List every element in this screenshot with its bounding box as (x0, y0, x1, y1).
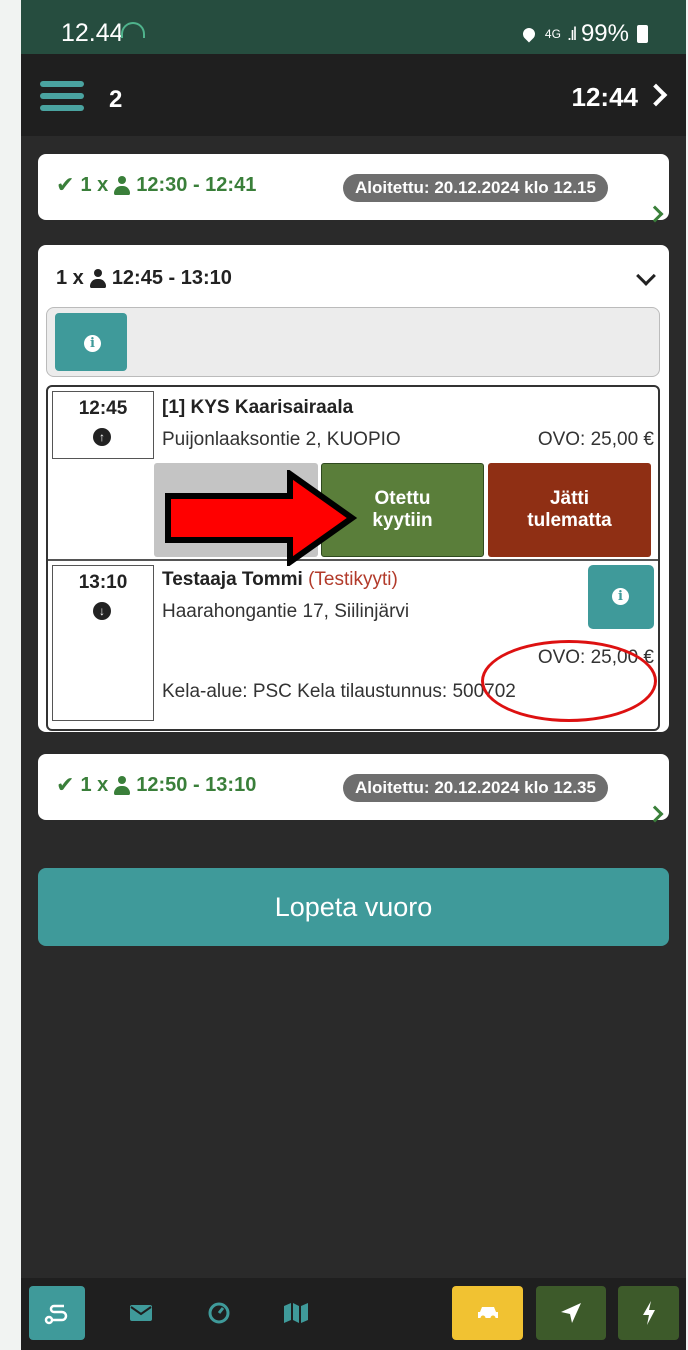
check-icon: ✔ (56, 172, 75, 197)
passenger-info-button[interactable]: i (588, 565, 654, 629)
passenger-count: 1 x (80, 773, 109, 796)
trip-header: ✔ 1 x 12:30 - 12:41 (56, 172, 256, 198)
dropoff-title: Testaaja Tommi (Testikyyti) (162, 569, 398, 591)
top-bar: 2 12:44 (21, 54, 686, 136)
chevron-right-icon[interactable] (644, 83, 668, 107)
header-clock[interactable]: 12:44 (572, 82, 639, 113)
passenger-count: 1 x (56, 267, 84, 289)
trip-time-range: 12:30 - 12:41 (136, 173, 257, 196)
trip-info-strip: i (46, 307, 660, 377)
chevron-right-icon[interactable] (646, 205, 664, 223)
dropoff-time: 13:10 (78, 572, 128, 593)
location-icon (520, 25, 538, 43)
passenger-count: 1 x (80, 173, 109, 196)
envelope-icon[interactable] (121, 1286, 161, 1340)
location-arrow-icon[interactable] (536, 1286, 606, 1340)
signal-icon: .ıl (566, 23, 577, 44)
trip-time-range: 12:50 - 13:10 (136, 773, 257, 796)
hamburger-icon[interactable] (40, 81, 84, 111)
chevron-right-icon[interactable] (646, 805, 664, 823)
trip-info-button[interactable]: i (55, 313, 127, 371)
trip-card-completed[interactable]: ✔ 1 x 12:30 - 12:41 Aloitettu: 20.12.202… (38, 154, 669, 223)
arrow-down-icon: ↓ (93, 602, 111, 620)
started-badge: Aloitettu: 20.12.2024 klo 12.35 (343, 774, 608, 802)
map-icon[interactable] (276, 1286, 316, 1340)
chevron-down-icon[interactable] (636, 266, 656, 286)
bolt-icon[interactable] (618, 1286, 679, 1340)
highlight-ellipse (481, 640, 657, 722)
pickup-ovo: OVO: 25,00 € (537, 429, 654, 450)
info-icon: i (84, 335, 101, 352)
trip-count: 2 (109, 86, 123, 113)
person-icon (114, 175, 131, 195)
person-icon (114, 775, 131, 795)
dropoff-time-box: 13:10 ↓ (52, 565, 154, 721)
end-shift-button[interactable]: Lopeta vuoro (38, 868, 669, 946)
trip-header: ✔ 1 x 12:50 - 13:10 (56, 772, 256, 798)
arrow-up-icon: ↑ (93, 428, 111, 446)
pickup-address: Puijonlaaksontie 2, KUOPIO (162, 429, 401, 450)
car-icon[interactable] (452, 1286, 523, 1340)
route-icon[interactable] (29, 1286, 85, 1340)
trip-tag: (Testikyyti) (308, 569, 398, 590)
started-badge: Aloitettu: 20.12.2024 klo 12.15 (343, 174, 608, 202)
pickup-time: 12:45 (78, 398, 128, 419)
network-type: 4G (544, 27, 561, 41)
kela-info: Kela-alue: PSC Kela tilaustunnus: 500702 (162, 681, 516, 702)
passenger-name: Testaaja Tommi (162, 569, 303, 590)
check-icon: ✔ (56, 772, 75, 797)
battery-icon (637, 25, 648, 43)
speedometer-icon[interactable] (199, 1286, 239, 1340)
no-show-button[interactable]: Jätti tulematta (488, 463, 651, 557)
info-icon: i (612, 588, 629, 605)
person-icon (89, 269, 106, 288)
dropoff-address: Haarahongantie 17, Siilinjärvi (162, 601, 410, 622)
status-right: 4G .ıl 99% (520, 20, 648, 48)
trip-time-range: 12:45 - 13:10 (111, 267, 232, 289)
pickup-time-box: 12:45 ↑ (52, 391, 154, 459)
bottom-nav (21, 1278, 686, 1350)
trip-header[interactable]: 1 x 12:45 - 13:10 (56, 267, 232, 290)
app-notification-icon (121, 22, 145, 38)
trip-card-completed[interactable]: ✔ 1 x 12:50 - 13:10 Aloitettu: 20.12.202… (38, 754, 669, 823)
pickup-title: [1] KYS Kaarisairaala (162, 397, 354, 418)
battery-percent: 99% (580, 20, 629, 47)
highlight-arrow (165, 470, 358, 566)
status-time: 12.44 (61, 19, 124, 47)
status-bar: 12.44 4G .ıl 99% (21, 0, 686, 54)
